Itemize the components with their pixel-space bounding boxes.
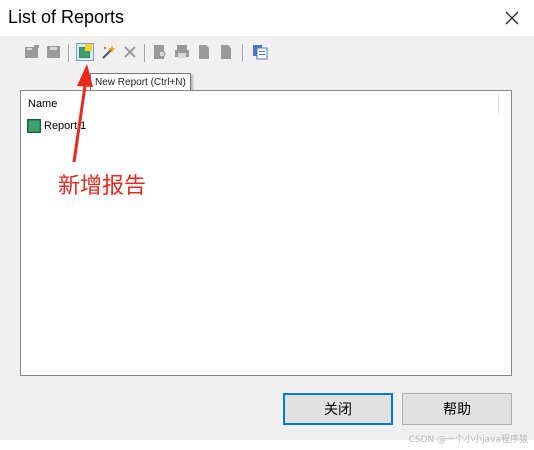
copy-icon[interactable] — [252, 44, 268, 60]
column-name-label: Name — [28, 98, 58, 110]
page-icon[interactable] — [196, 44, 212, 60]
report-list[interactable]: Name Report 1 — [20, 90, 512, 376]
wizard-icon[interactable] — [100, 44, 116, 60]
title-bar: List of Reports — [0, 0, 534, 36]
report-icon — [27, 119, 41, 133]
delete-icon[interactable] — [122, 44, 138, 60]
save-icon[interactable] — [46, 44, 62, 60]
toolbar-separator — [144, 44, 146, 62]
column-header[interactable]: Name — [21, 91, 499, 113]
new-report-button[interactable] — [76, 43, 94, 61]
list-item-label: Report 1 — [44, 120, 87, 132]
page2-icon[interactable] — [218, 44, 234, 60]
toolbar-separator — [242, 44, 244, 62]
toolbar — [20, 42, 280, 64]
close-window-button[interactable] — [498, 4, 526, 32]
new-report-icon — [79, 44, 92, 58]
window-title: List of Reports — [8, 7, 125, 27]
print-icon[interactable] — [174, 44, 190, 60]
list-item[interactable]: Report 1 — [27, 118, 86, 134]
annotation-label: 新增报告 — [58, 174, 147, 199]
toolbar-separator — [68, 44, 70, 62]
column-divider[interactable] — [498, 94, 499, 114]
open-icon[interactable] — [24, 44, 40, 60]
close-icon — [505, 11, 519, 25]
close-button[interactable]: 关闭 — [283, 393, 393, 425]
help-button[interactable]: 帮助 — [402, 393, 512, 425]
preview-icon[interactable] — [152, 44, 168, 60]
watermark: CSDN @一个小小java程序猿 — [408, 435, 528, 445]
